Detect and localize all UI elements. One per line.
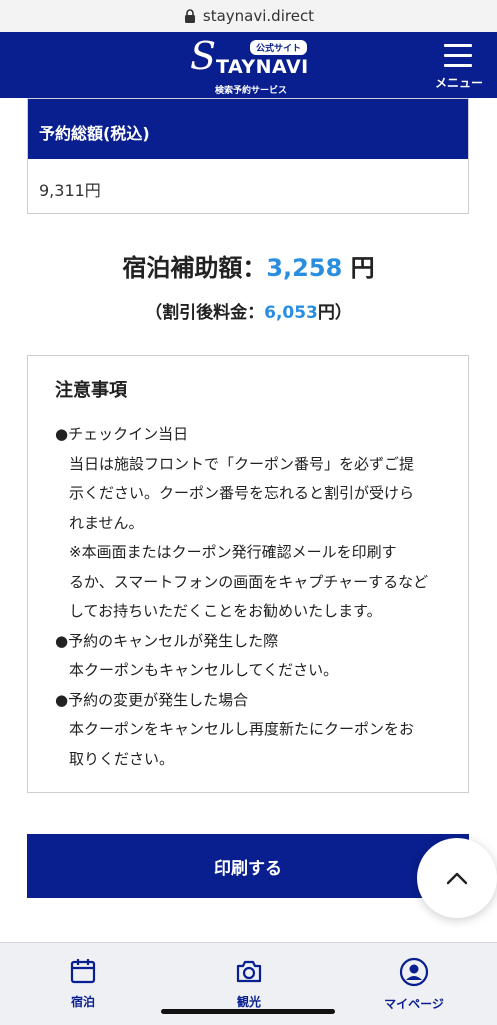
print-button[interactable]: 印刷する (27, 834, 469, 898)
logo-subtitle: 検索予約サービス (214, 86, 287, 96)
tab-stay[interactable]: 宿泊 (33, 957, 133, 1013)
notes-line: れません。 (69, 513, 144, 532)
tab-stay-label: 宿泊 (70, 995, 95, 1009)
total-price-heading: 予約総額(税込) (28, 99, 468, 159)
url-text: staynavi.direct (202, 7, 315, 25)
notes-line: してお持ちいただくことをお勧めいたします。 (69, 602, 382, 620)
notes-line: ●予約のキャンセルが発生した際 (55, 631, 279, 650)
notes-line: 取りください。 (69, 749, 175, 768)
logo-word: TAYNAVI (216, 56, 309, 78)
tab-mypage-label: マイページ (384, 997, 444, 1011)
hamburger-icon (444, 44, 472, 74)
user-icon (399, 957, 429, 987)
tab-mypage[interactable]: マイページ (364, 957, 464, 1013)
camera-icon (236, 960, 262, 983)
staynavi-logo[interactable]: 公式サイト S TAYNAVI 検索予約サービス (186, 34, 316, 96)
notes-title: 注意事項 (55, 380, 127, 401)
notes-line: 当日は施設フロントで「クーポン番号」を必ずご提 (69, 454, 415, 473)
tab-sightseeing-label: 観光 (236, 995, 261, 1009)
calendar-icon (70, 959, 96, 984)
after-discount-number: 6,053 (264, 303, 318, 323)
after-discount-suffix: 円） (317, 303, 352, 323)
browser-url-bar[interactable]: staynavi.direct (0, 0, 497, 32)
tab-sightseeing[interactable]: 観光 (199, 957, 299, 1013)
notes-line: 本クーポンをキャンセルし再度新たにクーポンをお (69, 720, 415, 738)
notes-box: 注意事項 ●チェックイン当日 当日は施設フロントで「クーポン番号」を必ずご提 示… (27, 355, 469, 793)
menu-label: メニュー (434, 76, 483, 90)
after-discount-price: （割引後料金：6,053円） (0, 298, 497, 323)
notes-line: ※本画面またはクーポン発行確認メールを印刷す (69, 543, 397, 561)
notes-line: ●チェックイン当日 (55, 425, 189, 443)
total-price-value: 9,311円 (39, 181, 101, 200)
scroll-top-button[interactable] (417, 838, 497, 918)
menu-button[interactable]: メニュー (430, 40, 488, 94)
after-discount-prefix: （割引後料金： (145, 303, 265, 323)
site-header: 公式サイト S TAYNAVI 検索予約サービス メニュー (0, 32, 497, 98)
subsidy-number: 3,258 (266, 254, 343, 282)
notes-line: 本クーポンもキャンセルしてください。 (69, 661, 339, 679)
notes-line: るか、スマートフォンの画面をキャプチャーするなど (69, 572, 429, 591)
total-price-box: 予約総額(税込) 9,311円 (27, 98, 469, 214)
notes-line: 示ください。クーポン番号を忘れると割引が受けら (69, 484, 415, 502)
subsidy-label: 宿泊補助額： (122, 254, 267, 282)
chevron-up-icon (446, 872, 468, 885)
home-indicator (161, 1009, 335, 1014)
logo-badge: 公式サイト (250, 40, 308, 55)
subsidy-unit: 円 (342, 254, 375, 282)
logo-s: S (190, 34, 217, 78)
subsidy-amount: 宿泊補助額：3,258 円 (0, 248, 497, 283)
notes-line: ●予約の変更が発生した場合 (55, 690, 249, 709)
lock-icon (184, 9, 195, 23)
